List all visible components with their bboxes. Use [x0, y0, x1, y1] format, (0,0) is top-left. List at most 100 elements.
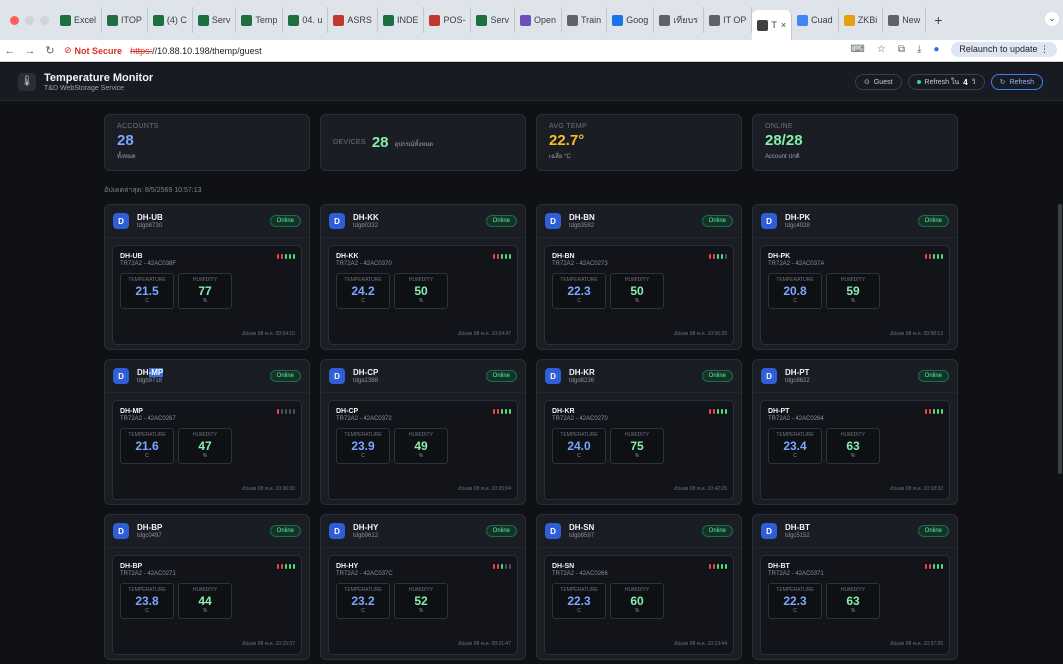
guest-button[interactable]: ⊙ Guest [854, 74, 902, 90]
reload-icon[interactable]: ↻ [40, 44, 60, 57]
device-badge: D [113, 523, 129, 539]
tab-after-0[interactable]: Cuad [792, 7, 839, 33]
profile-icon[interactable]: ● [933, 44, 939, 55]
signal-strength-icon [276, 564, 295, 569]
device-account-id: tdgc5152 [785, 533, 810, 539]
device-card-dh-pt[interactable]: D DH-PT tdgc8622 Online DH-PT TR72A2 - 4… [752, 359, 958, 505]
tab-14[interactable]: IT OP [704, 7, 753, 33]
tab-3[interactable]: Serv [193, 7, 237, 33]
sensor-model: TR72A2 - 42AC0371 [768, 571, 824, 577]
sensor-name: DH-UB [120, 253, 143, 260]
sensor-timestamp: อัปเดต 08 พ.ค. 09:54:15 [242, 331, 295, 337]
sensor-model: TR72A2 - 42AC0267 [120, 416, 176, 422]
not-secure-label: Not Secure [74, 45, 123, 56]
translate-icon[interactable]: ⌨ [850, 44, 864, 55]
device-card-header: D DH-CP tdga1388 Online [321, 360, 525, 393]
device-badge: D [329, 368, 345, 384]
tab-active[interactable]: T × [752, 10, 793, 40]
tab-2[interactable]: (4) C [148, 7, 193, 33]
download-icon[interactable]: ⤓ [917, 44, 921, 55]
tab-9[interactable]: Serv [471, 7, 515, 33]
sensor-panel: DH-UB TR72A2 - 42AC038F TEMPERATURE 21.5… [112, 245, 302, 345]
stat-devices: DEVICES 28 อุปกรณ์ทั้งหมด [320, 114, 526, 171]
stat-accounts: ACCOUNTS 28 ทั้งหมด [104, 114, 310, 171]
favicon-icon [612, 14, 624, 26]
device-card-dh-bn[interactable]: D DH-BN tdgb3582 Online DH-BN TR72A2 - 4… [536, 204, 742, 350]
device-card-dh-ub[interactable]: D DH-UB tdgb8730 Online DH-UB TR72A2 - 4… [104, 204, 310, 350]
close-window-button[interactable] [10, 15, 19, 25]
window-controls [10, 15, 49, 25]
temperature-value: 21.5 [135, 284, 159, 298]
bookmark-star-icon[interactable]: ☆ [877, 44, 886, 55]
extensions-icon[interactable]: ⧉ [898, 44, 905, 55]
device-card-header: D DH-HY tdgb9612 Online [321, 515, 525, 548]
sensor-timestamp: อัปเดต 08 พ.ค. 10:37:26 [890, 641, 943, 647]
back-icon[interactable]: ← [0, 45, 20, 57]
sensor-panel: DH-BP TR72A2 - 42AC0271 TEMPERATURE 23.8… [112, 555, 302, 655]
tab-0[interactable]: Excel [55, 7, 103, 33]
temperature-value: 23.9 [351, 439, 375, 453]
device-card-dh-bp[interactable]: D DH-BP tdgc0497 Online DH-BP TR72A2 - 4… [104, 514, 310, 660]
temperature-value: 20.8 [783, 284, 807, 298]
device-card-header: D DH-BN tdgb3582 Online [537, 205, 741, 238]
tab-13[interactable]: เทียบร [654, 7, 705, 33]
close-tab-icon[interactable]: × [781, 20, 786, 30]
tab-label: เทียบร [673, 15, 699, 25]
device-card-dh-hy[interactable]: D DH-HY tdgb9612 Online DH-HY TR72A2 - 4… [320, 514, 526, 660]
device-card-dh-kr[interactable]: D DH-KR tdgd8236 Online DH-KR TR72A2 - 4… [536, 359, 742, 505]
tab-5[interactable]: 04. u [283, 7, 329, 33]
tab-1[interactable]: ITOP [102, 7, 148, 33]
device-card-dh-cp[interactable]: D DH-CP tdga1388 Online DH-CP TR72A2 - 4… [320, 359, 526, 505]
scrollbar[interactable] [1058, 204, 1062, 474]
humidity-value: 50 [630, 284, 644, 298]
app-header: 🌡 Temperature Monitor T&D WebStorage Ser… [0, 63, 1063, 101]
device-card-header: D DH-MP tdgb9718 Online [105, 360, 309, 393]
sensor-timestamp: อัปเดต 08 พ.ค. 10:04:47 [458, 331, 511, 337]
tab-4[interactable]: Temp [236, 7, 284, 33]
sensor-timestamp: อัปเดต 08 พ.ค. 10:13:44 [674, 641, 727, 647]
metrics: TEMPERATURE 22.3 C HUMIDITY 50 % [552, 273, 726, 309]
device-card-dh-kk[interactable]: D DH-KK tdgb0332 Online DH-KK TR72A2 - 4… [320, 204, 526, 350]
status-badge: Online [701, 215, 733, 227]
tab-after-2[interactable]: New [883, 7, 927, 33]
device-account-id: tdga1388 [353, 378, 379, 384]
url-field[interactable]: ⊘ Not Secure https: //10.88.10.198/themp… [64, 42, 262, 60]
tab-after-1[interactable]: ZKBi [839, 7, 884, 33]
sensor-timestamp: อัปเดต 08 พ.ค. 09:21:47 [458, 641, 511, 647]
signal-strength-icon [492, 254, 511, 259]
signal-strength-icon [708, 409, 727, 414]
sensor-panel: DH-BN TR72A2 - 42AC0273 TEMPERATURE 22.3… [544, 245, 734, 345]
temperature-box: TEMPERATURE 21.5 C [120, 273, 174, 309]
tab-search-icon[interactable]: ⌄ [1045, 12, 1059, 26]
minimize-window-button[interactable] [25, 15, 34, 25]
url-path: //10.88.10.198/themp/guest [152, 45, 262, 56]
metrics: TEMPERATURE 23.9 C HUMIDITY 49 % [336, 428, 510, 464]
device-badge: D [113, 213, 129, 229]
sensor-panel: DH-PT TR72A2 - 42AC0264 TEMPERATURE 23.4… [760, 400, 950, 500]
temperature-box: TEMPERATURE 24.2 C [336, 273, 390, 309]
status-badge: Online [917, 525, 949, 537]
forward-icon[interactable]: → [20, 45, 40, 57]
device-account-id: tdgb9718 [137, 378, 163, 384]
header-actions: ⊙ Guest Refresh ใน 4 วิ ↻ Refresh [854, 74, 1043, 90]
tab-8[interactable]: POS- [424, 7, 472, 33]
refresh-button[interactable]: ↻ Refresh [990, 74, 1043, 90]
temperature-box: TEMPERATURE 23.8 C [120, 583, 174, 619]
humidity-box: HUMIDITY 49 % [394, 428, 448, 464]
last-updated: อัปเดตล่าสุด: 8/5/2569 10:57:13 [104, 187, 202, 194]
status-badge: Online [917, 370, 949, 382]
device-card-dh-bt[interactable]: D DH-BT tdgc5152 Online DH-BT TR72A2 - 4… [752, 514, 958, 660]
tab-11[interactable]: Train [562, 7, 608, 33]
tab-label: Train [581, 15, 602, 25]
device-card-dh-sn[interactable]: D DH-SN tdgb8597 Online DH-SN TR72A2 - 4… [536, 514, 742, 660]
device-card-dh-mp[interactable]: D DH-MP tdgb9718 Online DH-MP TR72A2 - 4… [104, 359, 310, 505]
new-tab-button[interactable]: + [926, 12, 950, 28]
relaunch-button[interactable]: Relaunch to update ⋮ [951, 42, 1057, 57]
tab-6[interactable]: ASRS [328, 7, 378, 33]
maximize-window-button[interactable] [40, 15, 49, 25]
tab-12[interactable]: Goog [607, 7, 655, 33]
device-card-dh-pk[interactable]: D DH-PK tdgc4928 Online DH-PK TR72A2 - 4… [752, 204, 958, 350]
tab-7[interactable]: INDE [378, 7, 425, 33]
tab-10[interactable]: Open [515, 7, 563, 33]
device-grid: D DH-UB tdgb8730 Online DH-UB TR72A2 - 4… [104, 204, 958, 660]
